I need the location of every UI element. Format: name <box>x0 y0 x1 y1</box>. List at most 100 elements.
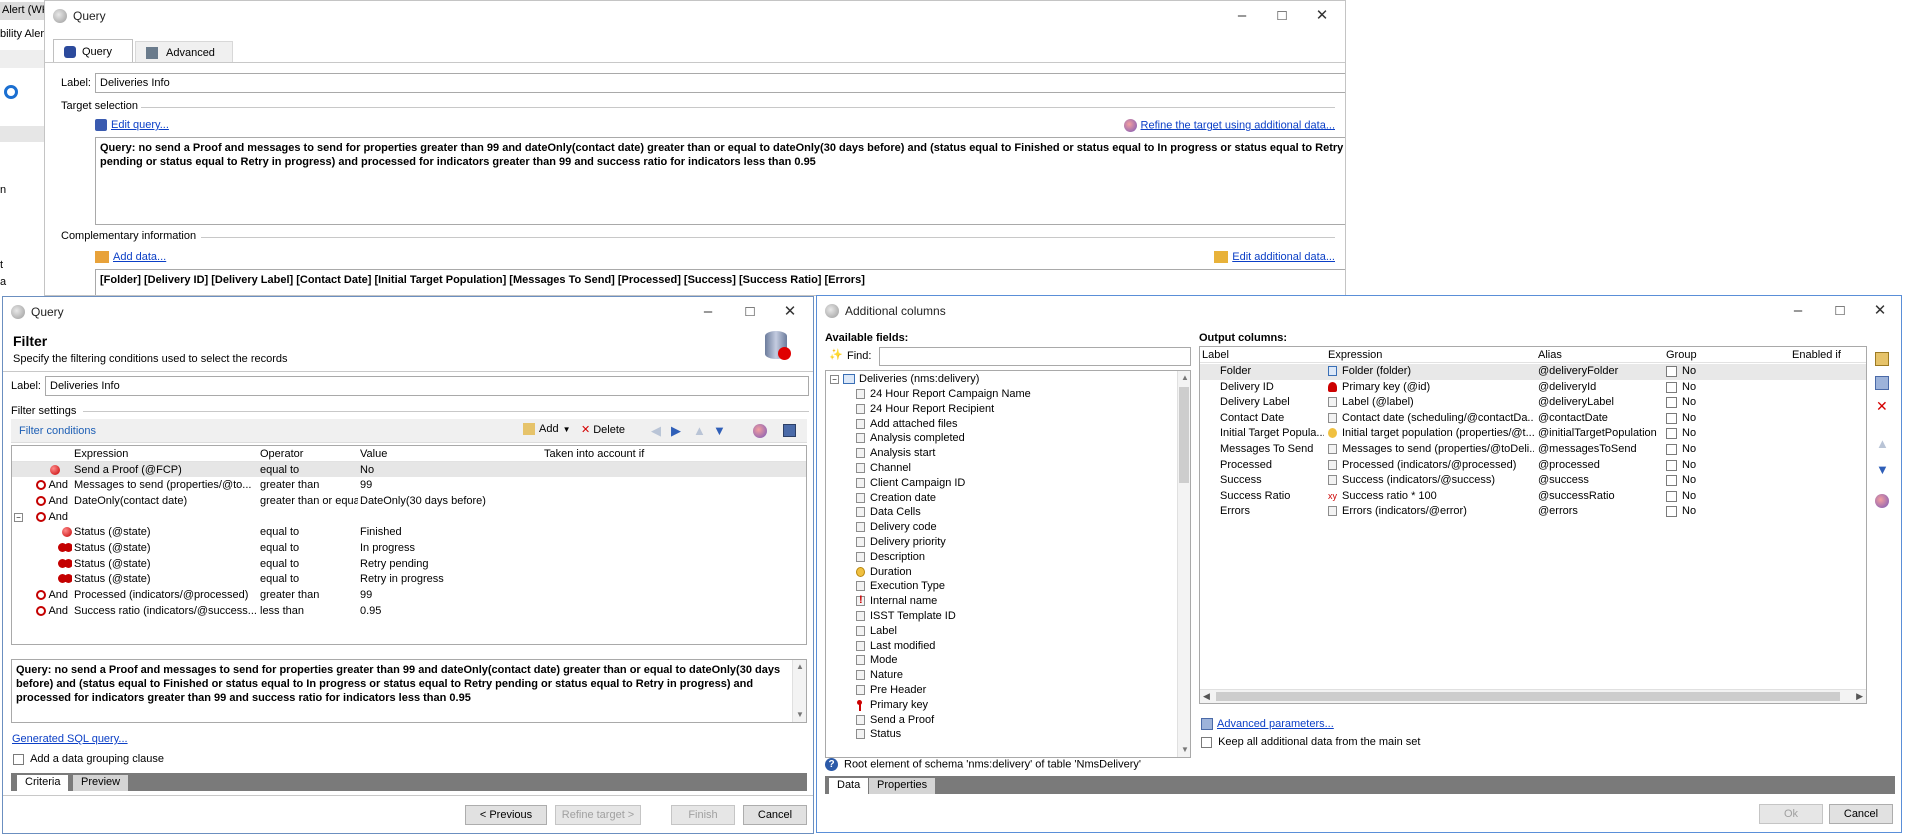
table-row[interactable]: OrStatus (@state)equal toRetry in progre… <box>12 572 806 588</box>
delete-column-icon[interactable]: ✕ <box>1876 398 1888 415</box>
tree-field-item[interactable]: Last modified <box>856 640 935 655</box>
output-row[interactable]: Delivery Label Label (@label) @deliveryLab… <box>1200 395 1866 411</box>
advanced-parameters-link[interactable]: Advanced parameters... <box>1201 718 1334 731</box>
group-checkbox[interactable] <box>1666 381 1677 393</box>
edit-additional-data-link[interactable]: Edit additional data... <box>1214 251 1335 264</box>
tree-field-item[interactable]: Nature <box>856 669 903 684</box>
output-row[interactable]: Errors Errors (indicators/@error) @errors N… <box>1200 504 1866 520</box>
tree-field-item[interactable]: Execution Type <box>856 580 945 595</box>
target-icon[interactable] <box>753 424 767 438</box>
output-hscroll-thumb[interactable] <box>1216 692 1840 701</box>
tree-field-item[interactable]: 24 Hour Report Campaign Name <box>856 388 1031 403</box>
output-row[interactable]: Initial Target Popula... Initial target p… <box>1200 426 1866 442</box>
add-column-icon[interactable] <box>1875 352 1889 366</box>
group-checkbox[interactable] <box>1666 506 1677 518</box>
col-operator[interactable]: Operator <box>258 446 358 462</box>
move-down-icon[interactable]: ▼ <box>1876 462 1889 477</box>
scroll-up-icon[interactable]: ▲ <box>793 660 806 674</box>
grouping-checkbox-row[interactable]: Add a data grouping clause <box>13 753 164 765</box>
tree-field-item[interactable]: ISST Template ID <box>856 610 956 625</box>
group-checkbox[interactable] <box>1666 490 1677 502</box>
tab-advanced[interactable]: Advanced <box>135 41 233 63</box>
tree-field-item[interactable]: Status <box>856 728 901 743</box>
col-expression[interactable]: Expression <box>72 446 258 462</box>
tree-field-item[interactable]: Client Campaign ID <box>856 477 965 492</box>
table-row[interactable]: And Processed (indicators/@processed) grea… <box>12 587 806 603</box>
previous-button[interactable]: < Previous <box>465 805 547 825</box>
tree-scrollbar[interactable]: ▲ ▼ <box>1177 371 1190 757</box>
tab-preview[interactable]: Preview <box>73 775 129 791</box>
out-col-alias[interactable]: Alias <box>1538 349 1562 361</box>
tree-field-item[interactable]: Data Cells <box>856 506 921 521</box>
scroll-up-icon[interactable]: ▲ <box>1178 371 1190 385</box>
edit-query-link[interactable]: Edit query... <box>95 119 169 132</box>
output-row[interactable]: Processed Processed (indicators/@processe… <box>1200 458 1866 474</box>
close-icon[interactable]: ✕ <box>775 301 805 323</box>
grouping-checkbox[interactable] <box>13 753 24 765</box>
table-row[interactable]: OrStatus (@state)equal toIn progress <box>12 540 806 556</box>
output-row[interactable]: Folder Folder (folder) @deliveryFolder No <box>1200 364 1866 380</box>
arrow-up-icon[interactable]: ▲ <box>693 423 706 438</box>
tree-field-item[interactable]: Primary key <box>856 699 928 714</box>
tab-data[interactable]: Data <box>829 778 869 794</box>
arrow-left-icon[interactable]: ◀ <box>651 423 661 439</box>
tab-criteria[interactable]: Criteria <box>17 775 69 791</box>
filter-query-scrollbar[interactable]: ▲ ▼ <box>792 660 806 722</box>
tree-field-item[interactable]: 24 Hour Report Recipient <box>856 403 994 418</box>
table-row[interactable]: Send a Proof (@FCP) equal to No <box>12 461 806 478</box>
cancel-button[interactable]: Cancel <box>1829 804 1893 824</box>
refine-target-button[interactable]: Refine target > <box>555 805 641 825</box>
minimize-icon[interactable]: – <box>1227 5 1257 27</box>
tab-properties[interactable]: Properties <box>869 778 936 794</box>
group-checkbox[interactable] <box>1666 428 1677 440</box>
col-value[interactable]: Value <box>358 446 542 462</box>
generated-sql-link[interactable]: Generated SQL query... <box>12 733 128 745</box>
add-data-link[interactable]: Add data... <box>95 251 166 264</box>
close-icon[interactable]: ✕ <box>1865 300 1895 322</box>
scroll-right-icon[interactable]: ▶ <box>1856 691 1863 702</box>
tree-scroll-thumb[interactable] <box>1179 387 1189 483</box>
keep-data-row[interactable]: Keep all additional data from the main s… <box>1201 736 1420 748</box>
tree-field-item[interactable]: Pre Header <box>856 684 926 699</box>
scroll-down-icon[interactable]: ▼ <box>793 708 806 722</box>
columns-text-area[interactable]: [Folder] [Delivery ID] [Delivery Label] … <box>95 269 1345 295</box>
collapse-icon[interactable]: − <box>830 375 839 384</box>
group-checkbox[interactable] <box>1666 475 1677 487</box>
tab-query[interactable]: Query <box>53 39 133 63</box>
maximize-icon[interactable]: □ <box>1267 5 1297 27</box>
tree-field-item[interactable]: Channel <box>856 462 911 477</box>
move-up-icon[interactable]: ▲ <box>1876 436 1889 451</box>
group-checkbox[interactable] <box>1666 444 1677 455</box>
tree-field-item[interactable]: Description <box>856 551 925 566</box>
group-checkbox[interactable] <box>1666 459 1677 471</box>
find-input[interactable] <box>879 347 1191 366</box>
tree-field-item[interactable]: Duration <box>856 566 912 581</box>
close-icon[interactable]: ✕ <box>1307 5 1337 27</box>
save-icon[interactable] <box>783 424 796 437</box>
filter-query-text-area[interactable]: Query: no send a Proof and messages to s… <box>11 659 807 723</box>
ok-button[interactable]: Ok <box>1759 804 1823 824</box>
maximize-icon[interactable]: □ <box>1825 300 1855 322</box>
minimize-icon[interactable]: – <box>693 301 723 323</box>
output-row[interactable]: Contact Date Contact date (scheduling/@co… <box>1200 411 1866 427</box>
group-checkbox[interactable] <box>1666 366 1677 377</box>
tree-field-item[interactable]: Analysis start <box>856 447 935 462</box>
tree-field-item[interactable]: Creation date <box>856 492 936 507</box>
edit-column-icon[interactable] <box>1875 376 1889 390</box>
out-col-expression[interactable]: Expression <box>1328 349 1382 361</box>
group-checkbox[interactable] <box>1666 397 1677 409</box>
cancel-button[interactable]: Cancel <box>743 805 807 825</box>
output-row[interactable]: Messages To Send Messages to send (proper… <box>1200 442 1866 458</box>
scroll-down-icon[interactable]: ▼ <box>1178 743 1190 757</box>
keep-data-checkbox[interactable] <box>1201 736 1212 748</box>
output-row[interactable]: Success Success (indicators/@success) @suc… <box>1200 473 1866 489</box>
maximize-icon[interactable]: □ <box>735 301 765 323</box>
gear-icon[interactable] <box>4 85 18 99</box>
tree-root[interactable]: − Deliveries (nms:delivery) <box>830 373 979 385</box>
tree-field-item[interactable]: Analysis completed <box>856 432 965 447</box>
out-col-enabled-if[interactable]: Enabled if <box>1792 349 1841 361</box>
tree-field-item[interactable]: Label <box>856 625 897 640</box>
tree-field-item[interactable]: Delivery code <box>856 521 937 536</box>
refine-target-link[interactable]: Refine the target using additional data.… <box>1123 119 1335 132</box>
table-row[interactable]: And Success ratio (indicators/@success...… <box>12 603 806 619</box>
